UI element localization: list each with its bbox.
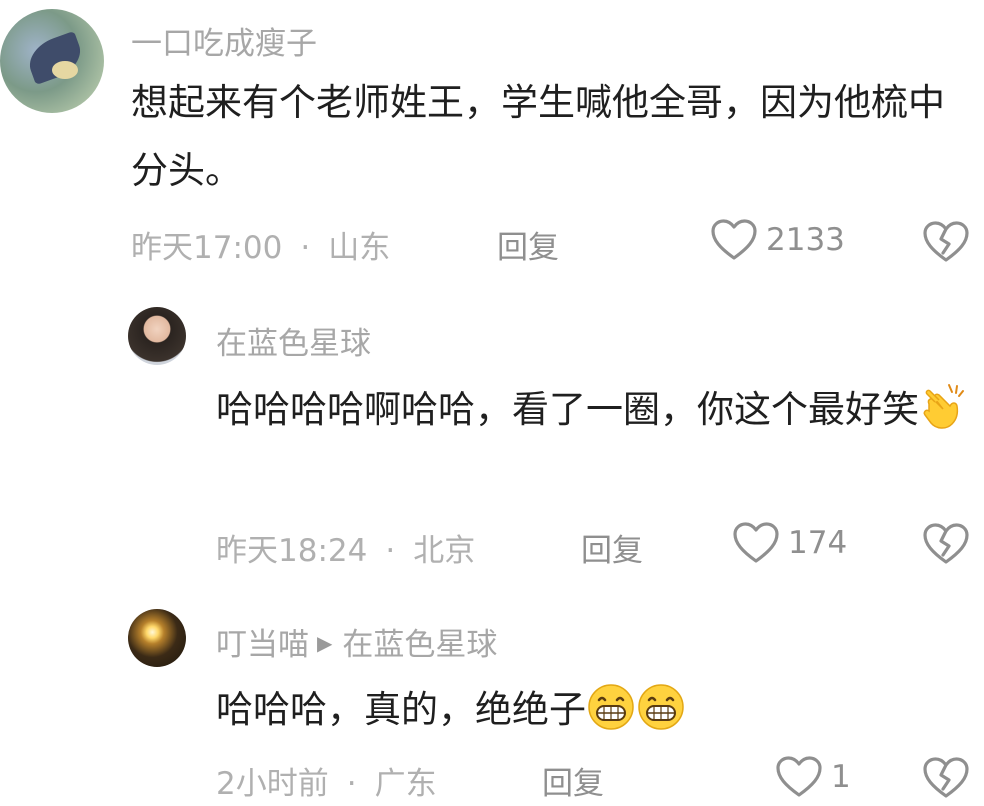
comment-item: 一口吃成瘦子 想起来有个老师姓王，学生喊他全哥，因为他梳中分头。 昨天17:00… bbox=[0, 0, 984, 300]
reply-button[interactable]: 回复 bbox=[581, 525, 643, 570]
like-button[interactable]: 174 bbox=[732, 521, 847, 565]
heart-outline-icon bbox=[776, 756, 822, 797]
avatar[interactable] bbox=[0, 9, 104, 113]
comment-time: 2小时前 bbox=[216, 766, 329, 802]
comment-text: 哈哈哈哈啊哈哈，看了一圈，你这个最好笑 bbox=[216, 376, 980, 444]
reply-target[interactable]: 在蓝色星球 bbox=[342, 627, 497, 663]
heart-outline-icon bbox=[711, 219, 757, 260]
like-count: 1 bbox=[831, 759, 851, 795]
comment-time: 昨天18:24 bbox=[216, 533, 368, 569]
comment-username[interactable]: 一口吃成瘦子 bbox=[131, 18, 317, 63]
grinning-face-icon bbox=[638, 684, 684, 730]
like-count: 2133 bbox=[766, 222, 845, 258]
grinning-face-icon bbox=[588, 684, 634, 730]
like-button[interactable]: 1 bbox=[775, 755, 851, 799]
avatar[interactable] bbox=[128, 307, 186, 365]
reply-button[interactable]: 回复 bbox=[542, 758, 604, 803]
comment-time: 昨天17:00 bbox=[131, 230, 283, 266]
avatar[interactable] bbox=[128, 609, 186, 667]
comment-username: 叮当喵 ▶ 在蓝色星球 bbox=[216, 619, 497, 664]
separator-dot: · bbox=[300, 230, 311, 266]
comment-location: 广东 bbox=[374, 766, 437, 802]
comment-meta: 2小时前 · 广东 bbox=[216, 758, 437, 803]
separator-dot: · bbox=[346, 766, 357, 802]
reply-button[interactable]: 回复 bbox=[497, 222, 559, 267]
broken-heart-icon[interactable] bbox=[922, 220, 970, 264]
reply-author[interactable]: 叮当喵 bbox=[216, 627, 309, 663]
comment-location: 北京 bbox=[413, 533, 476, 569]
triangle-right-icon: ▶ bbox=[317, 631, 333, 655]
like-button[interactable]: 2133 bbox=[710, 218, 845, 262]
clapping-hands-icon bbox=[923, 384, 964, 429]
heart-outline-icon bbox=[733, 522, 779, 563]
comment-text: 哈哈哈，真的，绝绝子 bbox=[216, 676, 980, 744]
separator-dot: · bbox=[385, 533, 396, 569]
comment-text: 想起来有个老师姓王，学生喊他全哥，因为他梳中分头。 bbox=[131, 81, 945, 192]
like-count: 174 bbox=[788, 525, 848, 561]
comment-username[interactable]: 在蓝色星球 bbox=[216, 318, 371, 363]
comment-thread: 一口吃成瘦子 想起来有个老师姓王，学生喊他全哥，因为他梳中分头。 昨天17:00… bbox=[0, 0, 984, 806]
broken-heart-icon[interactable] bbox=[922, 522, 970, 566]
comment-location: 山东 bbox=[328, 230, 391, 266]
comment-meta: 昨天17:00 · 山东 bbox=[131, 222, 390, 267]
comment-meta: 昨天18:24 · 北京 bbox=[216, 525, 475, 570]
broken-heart-icon[interactable] bbox=[922, 756, 970, 800]
